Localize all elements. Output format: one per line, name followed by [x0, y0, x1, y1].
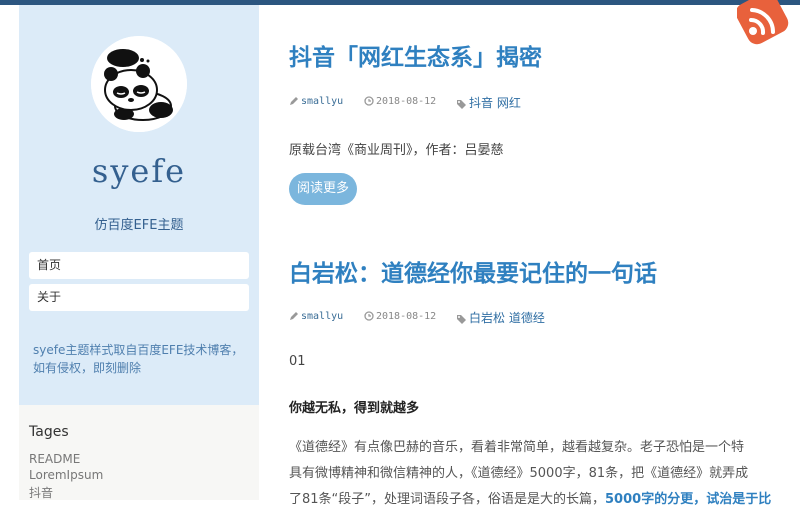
- post-meta: smallyu 2018-08-12 白岩松 道德经: [289, 309, 789, 325]
- sidebar-notice: syefe主题样式取自百度EFE技术博客，如有侵权，即刻删除: [33, 343, 244, 375]
- post-author[interactable]: smallyu: [301, 311, 343, 322]
- post-title[interactable]: 抖音「网红生态系」揭密: [289, 38, 542, 72]
- clock-icon: [364, 311, 374, 321]
- site-subtitle: 仿百度EFE主题: [94, 218, 184, 233]
- avatar: [91, 36, 187, 132]
- post-body-text: 《道德经》有点像巴赫的音乐，看着非常简单，越看越复杂。老子恐怕是一个特 具有微博…: [289, 435, 789, 513]
- sidebar-profile-panel: syefe 仿百度EFE主题 首页 关于 syefe主题样式取自百度EFE技术博…: [19, 5, 259, 405]
- tag-icon: [457, 315, 466, 324]
- post-body-line: 具有微博精神和微信精神的人，《道德经》5000字，81条，把《道德经》就弄成: [289, 466, 749, 481]
- post-body-line: 了81条“段子”，处理词语段子各，俗语是是大的长篇，5000字的分更，试治是于比: [289, 487, 789, 513]
- site-title[interactable]: syefe: [19, 152, 259, 190]
- pencil-icon: [290, 312, 298, 320]
- post-list: 抖音「网红生态系」揭密 smallyu 2018-08-12 抖音 网红 原载台…: [289, 5, 789, 507]
- post-body-line: 《道德经》有点像巴赫的音乐，看着非常简单，越看越复杂。老子恐怕是一个特: [289, 440, 745, 455]
- sleeping-panda-icon: [91, 36, 187, 132]
- tag-link-loremipsum[interactable]: LoremIpsum: [29, 468, 103, 482]
- rss-icon[interactable]: [737, 0, 791, 47]
- post-author[interactable]: smallyu: [301, 96, 343, 107]
- tags-heading: Tages: [29, 424, 69, 440]
- post-meta: smallyu 2018-08-12 抖音 网红: [289, 94, 789, 110]
- post-date: 2018-08-12: [376, 311, 437, 322]
- sidebar: syefe 仿百度EFE主题 首页 关于 syefe主题样式取自百度EFE技术博…: [19, 5, 259, 500]
- post-title[interactable]: 白岩松：道德经你最要记住的一句话: [289, 254, 657, 288]
- nav-item-about[interactable]: 关于: [29, 284, 249, 311]
- clock-icon: [364, 96, 374, 106]
- post-excerpt: 原载台湾《商业周刊》，作者：吕晏慈: [289, 143, 504, 158]
- post-paragraph: 01: [289, 354, 306, 369]
- tag-icon: [457, 100, 466, 109]
- post-tags[interactable]: 白岩松 道德经: [469, 311, 545, 325]
- post-paragraph-heading: 你越无私，得到就越多: [289, 401, 420, 416]
- post-date: 2018-08-12: [376, 96, 437, 107]
- nav-item-home[interactable]: 首页: [29, 252, 249, 279]
- pencil-icon: [290, 97, 298, 105]
- read-more-button[interactable]: 阅读更多: [289, 173, 358, 205]
- tag-link-douyin[interactable]: 抖音: [29, 484, 53, 501]
- tag-link-readme[interactable]: README: [29, 452, 80, 466]
- post-tags[interactable]: 抖音 网红: [469, 96, 521, 110]
